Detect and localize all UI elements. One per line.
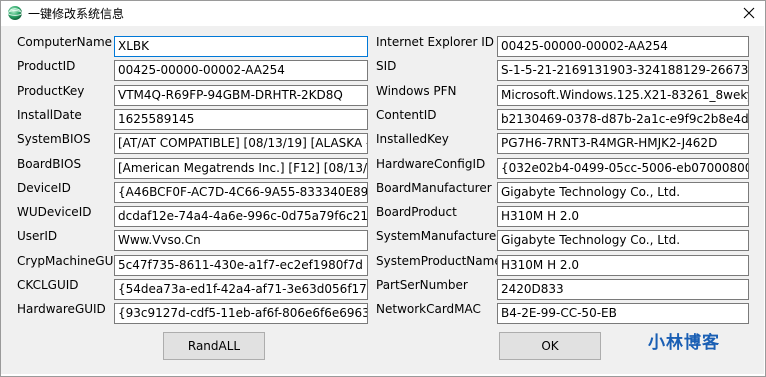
window-title: 一键修改系统信息 bbox=[28, 7, 125, 21]
contentid-field[interactable]: b2130469-0378-d87b-2a1c-e9f9c2b8e4da bbox=[497, 109, 749, 130]
title-bar[interactable]: 一键修改系统信息 bbox=[0, 0, 766, 26]
randall-button[interactable]: RandALL bbox=[163, 332, 265, 360]
deviceid-field[interactable]: {A46BCF0F-AC7D-4C66-9A55-833340E89377} bbox=[114, 182, 368, 203]
boardproduct-field[interactable]: H310M H 2.0 bbox=[497, 206, 749, 227]
userid-field[interactable]: Www.Vvso.Cn bbox=[114, 230, 368, 251]
installedkey-label: InstalledKey bbox=[376, 132, 449, 146]
hardwareguid-label: HardwareGUID bbox=[17, 302, 106, 316]
ckclguid-field[interactable]: {54dea73a-ed1f-42a4-af71-3e63d056f174} bbox=[114, 279, 368, 300]
systemproductname-label: SystemProductName bbox=[376, 254, 502, 268]
hardwareconfigid-label: HardwareConfigID bbox=[376, 157, 486, 171]
ok-button-label: OK bbox=[541, 339, 559, 353]
systemmanufacturer-field[interactable]: Gigabyte Technology Co., Ltd. bbox=[497, 230, 749, 251]
sid-field[interactable]: S-1-5-21-2169131903-324188129-26673777 bbox=[497, 60, 749, 81]
wudeviceid-field[interactable]: dcdaf12e-74a4-4a6e-996c-0d75a79f6c21 bbox=[114, 206, 368, 227]
computername-field[interactable]: XLBK bbox=[114, 36, 368, 57]
internet-explorer-id-label: Internet Explorer ID bbox=[376, 35, 495, 49]
ckclguid-label: CKCLGUID bbox=[17, 278, 79, 292]
contentid-label: ContentID bbox=[376, 108, 437, 122]
installdate-label: InstallDate bbox=[17, 108, 82, 122]
installdate-field[interactable]: 1625589145 bbox=[114, 109, 368, 130]
boardbios-label: BoardBIOS bbox=[17, 157, 82, 171]
partsernumber-field[interactable]: 2420D833 bbox=[497, 279, 749, 300]
ok-button[interactable]: OK bbox=[499, 332, 601, 360]
systemmanufacturer-label: SystemManufacturer bbox=[376, 229, 502, 243]
networkcardmac-field[interactable]: B4-2E-99-CC-50-EB bbox=[497, 303, 749, 324]
internet-explorer-id-field[interactable]: 00425-00000-00002-AA254 bbox=[497, 36, 749, 57]
productid-field[interactable]: 00425-00000-00002-AA254 bbox=[114, 60, 368, 81]
close-icon bbox=[743, 7, 755, 19]
crypmachineguid-field[interactable]: 5c47f735-8611-430e-a1f7-ec2ef1980f7d bbox=[114, 255, 368, 276]
boardmanufacturer-label: BoardManufacturer bbox=[376, 181, 492, 195]
sid-label: SID bbox=[376, 59, 397, 73]
partsernumber-label: PartSerNumber bbox=[376, 278, 468, 292]
deviceid-label: DeviceID bbox=[17, 181, 71, 195]
windows-pfn-field[interactable]: Microsoft.Windows.125.X21-83261_8wekyb3d… bbox=[497, 85, 749, 106]
productkey-label: ProductKey bbox=[17, 84, 85, 98]
systemproductname-field[interactable]: H310M H 2.0 bbox=[497, 255, 749, 276]
hardwareguid-field[interactable]: {93c9127d-cdf5-11eb-af6f-806e6f6e6963} bbox=[114, 303, 368, 324]
installedkey-field[interactable]: PG7H6-7RNT3-R4MGR-HMJK2-J462D bbox=[497, 133, 749, 154]
boardbios-field[interactable]: [American Megatrends Inc.] [F12] [08/13/… bbox=[114, 158, 368, 179]
boardmanufacturer-field[interactable]: Gigabyte Technology Co., Ltd. bbox=[497, 182, 749, 203]
watermark-logo: 小林博客 bbox=[648, 333, 720, 353]
computername-label: ComputerName bbox=[17, 35, 113, 49]
systembios-label: SystemBIOS bbox=[17, 132, 91, 146]
productid-label: ProductID bbox=[17, 59, 76, 73]
productkey-field[interactable]: VTM4Q-R69FP-94GBM-DRHTR-2KD8Q bbox=[114, 85, 368, 106]
crypmachineguid-label: CrypMachineGUID bbox=[17, 254, 127, 268]
hardwareconfigid-field[interactable]: {032e02b4-0499-05cc-5006-eb0700080009} bbox=[497, 158, 749, 179]
wudeviceid-label: WUDeviceID bbox=[17, 205, 92, 219]
boardproduct-label: BoardProduct bbox=[376, 205, 457, 219]
windows-pfn-label: Windows PFN bbox=[376, 84, 457, 98]
close-button[interactable] bbox=[732, 0, 766, 26]
randall-button-label: RandALL bbox=[187, 339, 241, 353]
networkcardmac-label: NetworkCardMAC bbox=[376, 302, 481, 316]
app-globe-icon bbox=[7, 5, 23, 21]
dialog-client-area: ComputerName XLBK ProductID 00425-00000-000… bbox=[1, 26, 764, 374]
userid-label: UserID bbox=[17, 229, 58, 243]
systembios-field[interactable]: [AT/AT COMPATIBLE] [08/13/19] [ALASKA - … bbox=[114, 133, 368, 154]
